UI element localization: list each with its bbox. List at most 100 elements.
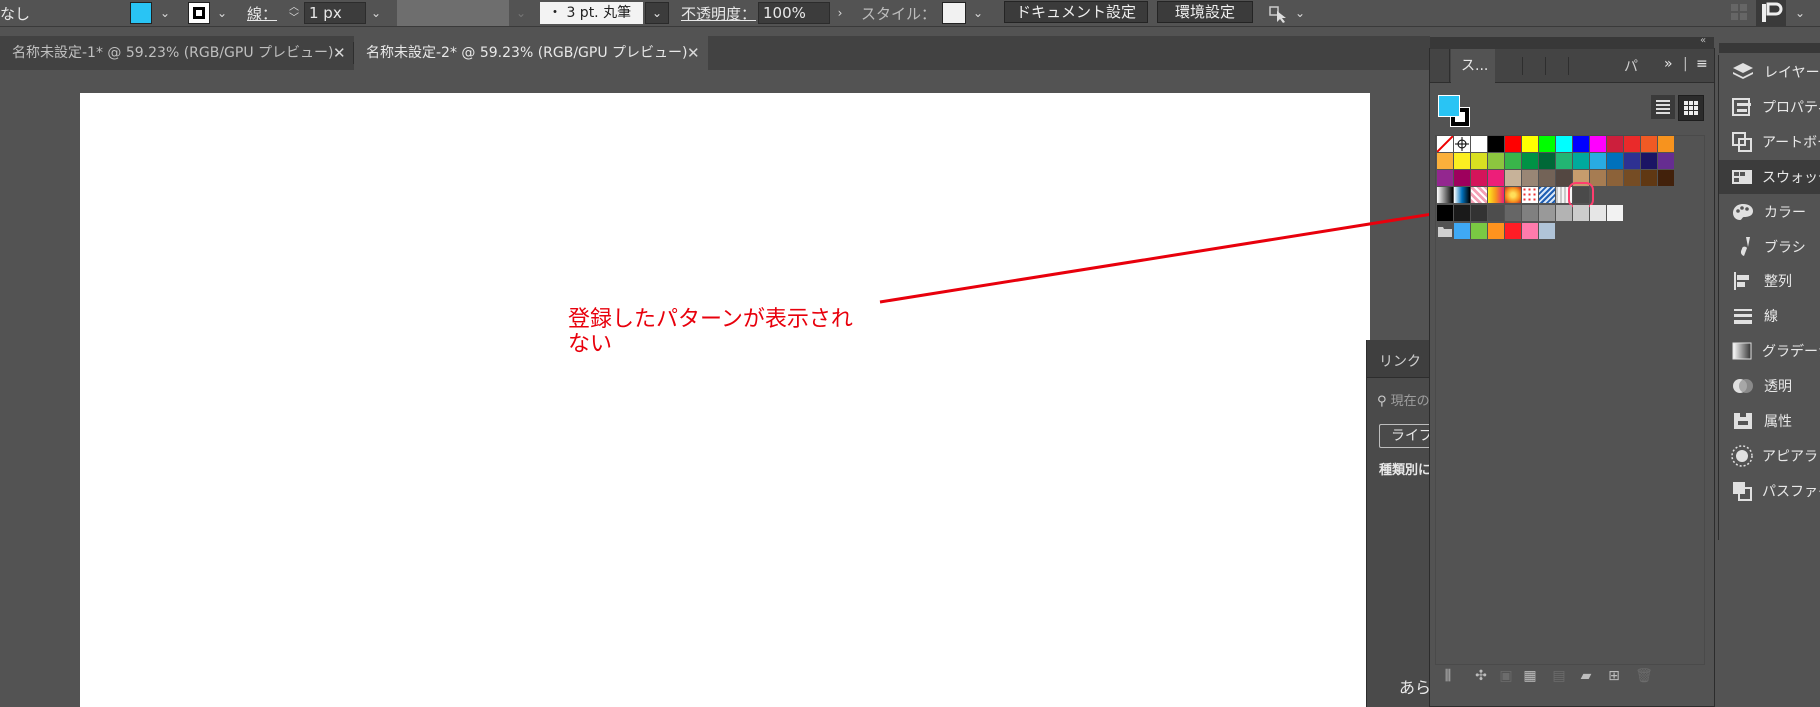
- swatch-808080[interactable]: [1522, 205, 1538, 221]
- swatch-1a1a1a[interactable]: [1454, 205, 1470, 221]
- grid-view-icon[interactable]: [1678, 95, 1704, 121]
- stroke-weight-field[interactable]: 1 px: [304, 2, 366, 24]
- opacity-arrow-icon[interactable]: ›: [832, 2, 848, 24]
- sidebar-item-appearance[interactable]: アピアランス: [1719, 439, 1820, 473]
- panel-grip[interactable]: «: [1430, 35, 1714, 49]
- tab-document-1[interactable]: 名称未設定-1* @ 59.23% (RGB/GPU プレビュー) ✕: [0, 36, 353, 70]
- swatch-fcee21[interactable]: [1454, 153, 1470, 169]
- swatch-none[interactable]: [1436, 135, 1454, 153]
- swatch-0071bc[interactable]: [1607, 153, 1623, 169]
- swatch-a67c52[interactable]: [1590, 170, 1606, 186]
- swatch-ff7bac[interactable]: [1522, 223, 1538, 239]
- swatch-754c24[interactable]: [1624, 170, 1640, 186]
- swatch-gradient-orange[interactable]: [1488, 187, 1504, 203]
- tab-links[interactable]: リンク: [1379, 351, 1421, 371]
- swatch-options-icon[interactable]: ▣: [1496, 666, 1516, 686]
- fill-swatch[interactable]: [130, 2, 152, 24]
- swatch-f2f2f2[interactable]: [1607, 205, 1623, 221]
- swatch-folder[interactable]: [1437, 223, 1453, 239]
- brush-definition[interactable]: ・ 3 pt. 丸筆: [540, 2, 643, 24]
- swatch-ff0000[interactable]: [1505, 136, 1521, 152]
- graphic-style-swatch[interactable]: [942, 2, 966, 24]
- sidebar-item-attributes[interactable]: 属性: [1719, 404, 1820, 438]
- stroke-dropdown-chevron-icon[interactable]: ⌄: [214, 2, 230, 24]
- stroke-label[interactable]: 線：: [247, 3, 277, 24]
- swatch-fbb03b[interactable]: [1437, 153, 1453, 169]
- swatch-cccccc[interactable]: [1573, 205, 1589, 221]
- swatch-8c6239[interactable]: [1607, 170, 1623, 186]
- sidebar-item-properties[interactable]: プロパティ: [1719, 90, 1820, 124]
- swatch-534741[interactable]: [1556, 170, 1572, 186]
- swatch-1b1464[interactable]: [1641, 153, 1657, 169]
- swatch-ffff00[interactable]: [1522, 136, 1538, 152]
- sidebar-item-brushes[interactable]: ブラシ: [1719, 230, 1820, 264]
- swatch-39b54a[interactable]: [1505, 153, 1521, 169]
- collapse-icon[interactable]: «: [1700, 35, 1706, 46]
- swatch-d4145a[interactable]: [1471, 170, 1487, 186]
- arrange-icon[interactable]: [1730, 3, 1748, 21]
- style-chevron-icon[interactable]: ⌄: [970, 2, 986, 24]
- trash-icon[interactable]: 🗑: [1634, 666, 1654, 686]
- fill-stroke-proxy[interactable]: [1438, 95, 1472, 129]
- preferences-button[interactable]: 環境設定: [1157, 1, 1253, 23]
- swatch-new-pattern[interactable]: [1568, 182, 1594, 208]
- stroke-weight-chevron-icon[interactable]: ⌄: [368, 2, 384, 24]
- document-setup-button[interactable]: ドキュメント設定: [1004, 1, 1148, 23]
- swatch-c69c6d[interactable]: [1573, 170, 1589, 186]
- select-similar-icon[interactable]: [1268, 2, 1290, 24]
- swatch-ffffff[interactable]: [1471, 136, 1487, 152]
- swatch-8cc63f[interactable]: [1488, 153, 1504, 169]
- swatch-ff931e[interactable]: [1488, 223, 1504, 239]
- workspace-chevron-icon[interactable]: ⌄: [1792, 2, 1808, 24]
- tab-hidden[interactable]: [1430, 49, 1450, 83]
- workspace-switcher-icon[interactable]: [1756, 0, 1786, 26]
- tab-swatches[interactable]: ス...: [1451, 49, 1495, 83]
- swatch-kind-icon[interactable]: ✣: [1471, 666, 1491, 686]
- new-swatch-icon[interactable]: ⊞: [1604, 666, 1624, 686]
- swatch-93278f[interactable]: [1437, 170, 1453, 186]
- close-icon[interactable]: ✕: [333, 36, 346, 70]
- list-view-icon[interactable]: [1651, 95, 1675, 119]
- sidebar-item-color[interactable]: カラー: [1719, 195, 1820, 229]
- swatch-998675[interactable]: [1522, 170, 1538, 186]
- swatch-000000[interactable]: [1488, 136, 1504, 152]
- variable-width-profile[interactable]: [397, 0, 509, 26]
- sidebar-item-artboards[interactable]: アートボード: [1719, 125, 1820, 159]
- swatch-3fa9f5[interactable]: [1454, 223, 1470, 239]
- swatch-ed1e79[interactable]: [1488, 170, 1504, 186]
- swatch-000000[interactable]: [1437, 205, 1453, 221]
- swatch-7ac943[interactable]: [1471, 223, 1487, 239]
- stroke-stepper-icon[interactable]: ︿ ﹀: [286, 2, 302, 24]
- swatch-cc1f3c[interactable]: [1607, 136, 1623, 152]
- sidebar-item-stroke[interactable]: 線: [1719, 299, 1820, 333]
- swatch-006837[interactable]: [1539, 153, 1555, 169]
- more-tabs-icon[interactable]: »: [1664, 56, 1673, 72]
- profile-chevron-icon[interactable]: ⌄: [513, 2, 529, 24]
- stroke-swatch[interactable]: [188, 2, 210, 24]
- swatch-29abe2[interactable]: [1590, 153, 1606, 169]
- swatch-reg[interactable]: [1454, 136, 1470, 152]
- swatch-ff00ff[interactable]: [1590, 136, 1606, 152]
- swatch-pattern-fire[interactable]: [1505, 187, 1521, 203]
- swatch-f05a24[interactable]: [1641, 136, 1657, 152]
- sidebar-item-align[interactable]: 整列: [1719, 264, 1820, 298]
- swatch-333333[interactable]: [1471, 205, 1487, 221]
- swatch-22b573[interactable]: [1556, 153, 1572, 169]
- brush-chevron-icon[interactable]: ⌄: [645, 2, 669, 24]
- swatch-b3b3b3[interactable]: [1556, 205, 1572, 221]
- swatch-c7b299[interactable]: [1505, 170, 1521, 186]
- swatch-gradient-blue[interactable]: [1454, 187, 1470, 203]
- swatch-e6e6e6[interactable]: [1590, 205, 1606, 221]
- swatch-0000ff[interactable]: [1573, 136, 1589, 152]
- sidebar-item-pathfinder[interactable]: パスファインダー: [1719, 474, 1820, 508]
- swatch-f7931e[interactable]: [1658, 136, 1674, 152]
- swatch-9e005d[interactable]: [1454, 170, 1470, 186]
- folder-icon[interactable]: ▰: [1576, 666, 1596, 686]
- opacity-label[interactable]: 不透明度：: [681, 3, 756, 24]
- sidebar-item-transparency[interactable]: 透明: [1719, 369, 1820, 403]
- library-icon[interactable]: ⫼: [1438, 666, 1458, 686]
- swatch-pattern-light[interactable]: [1556, 187, 1572, 203]
- swatch-b0c4d8[interactable]: [1539, 223, 1555, 239]
- tab-pattern[interactable]: パ: [1624, 56, 1638, 76]
- swatch-736357[interactable]: [1539, 170, 1555, 186]
